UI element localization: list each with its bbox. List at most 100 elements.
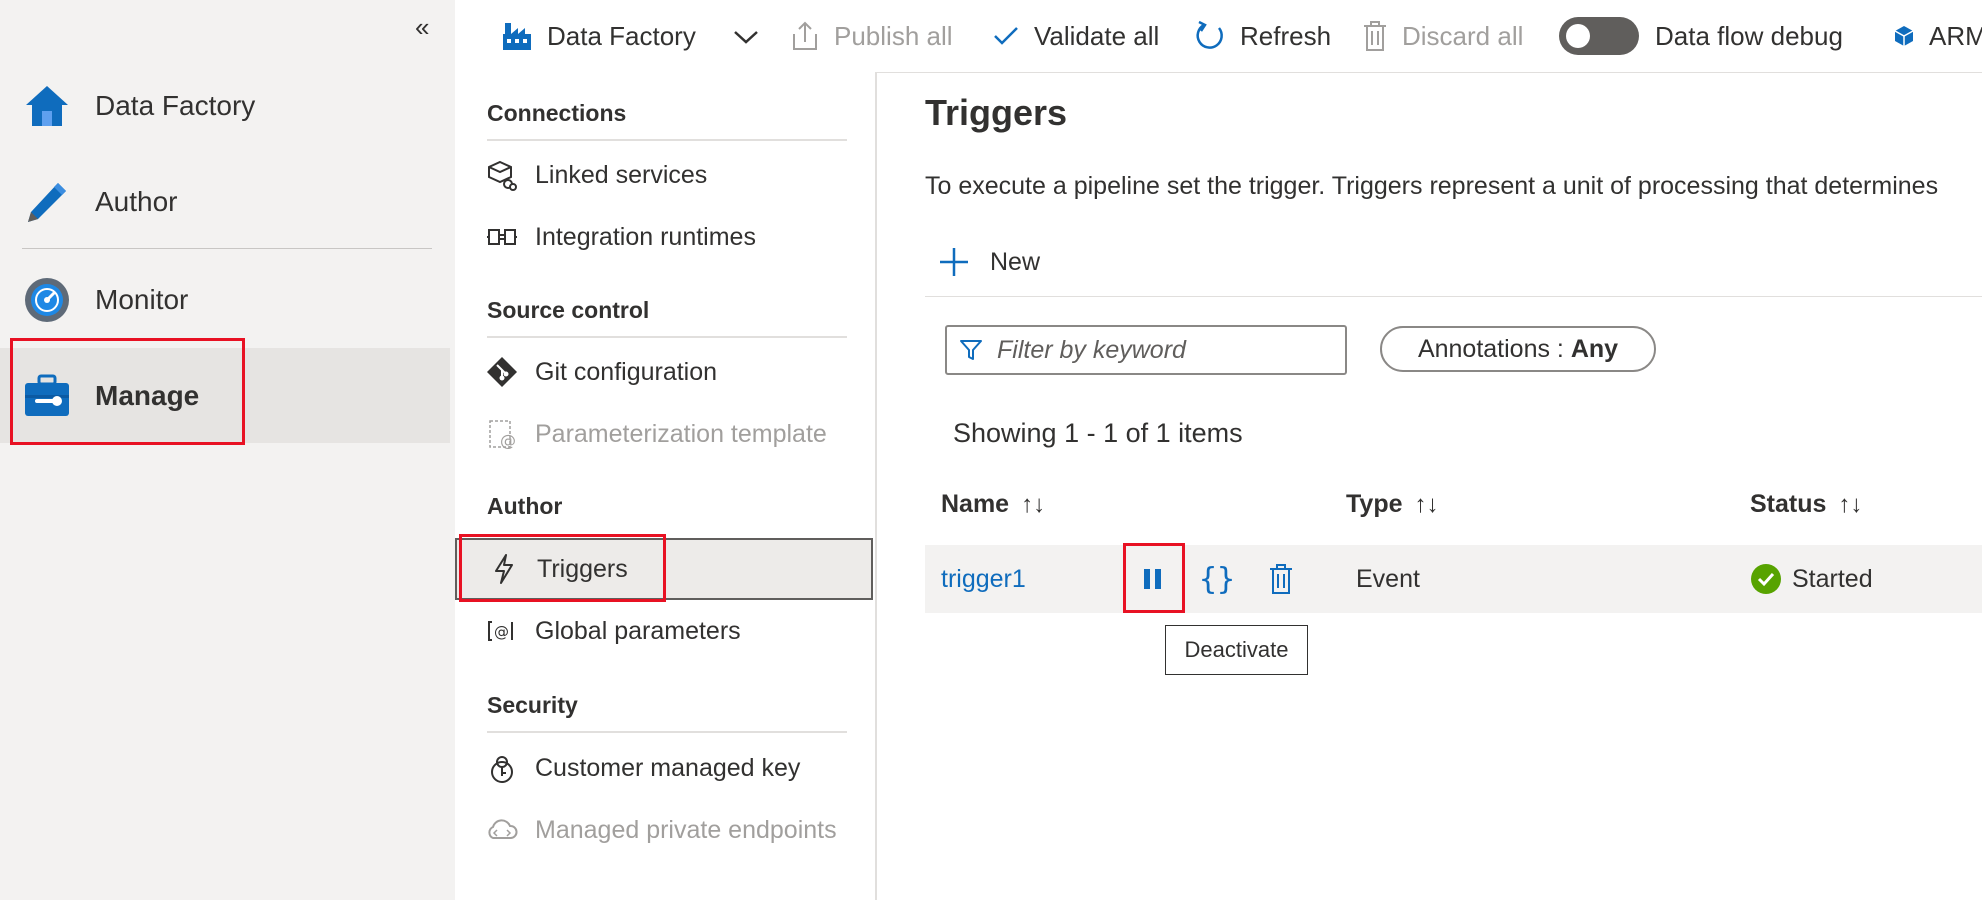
- menu-item-label: Global parameters: [535, 616, 741, 645]
- trigger-type: Event: [1356, 564, 1420, 593]
- section-divider: [487, 139, 847, 141]
- section-divider: [487, 336, 847, 338]
- arm-label: ARM: [1929, 20, 1982, 51]
- gauge-icon: [22, 275, 72, 325]
- deactivate-tooltip: Deactivate: [1165, 625, 1308, 675]
- page-description: To execute a pipeline set the trigger. T…: [925, 172, 1939, 200]
- discard-all-button[interactable]: Discard all: [1362, 0, 1523, 72]
- new-trigger-button[interactable]: New: [938, 240, 1040, 284]
- column-header-type[interactable]: Type ↑↓: [1346, 490, 1439, 519]
- menu-item-triggers[interactable]: Triggers: [455, 538, 873, 600]
- nav-item-label: Manage: [95, 379, 200, 411]
- trash-icon: [1268, 563, 1294, 595]
- publish-all-label: Publish all: [834, 20, 953, 51]
- menu-item-global-parameters[interactable]: @ Global parameters: [455, 600, 873, 662]
- annotations-label: Annotations :: [1417, 334, 1571, 363]
- menu-item-label: Managed private endpoints: [535, 815, 837, 844]
- menu-item-linked-services[interactable]: Linked services: [455, 144, 873, 206]
- top-toolbar: Data Factory Publish all Validate all Re…: [455, 0, 1982, 73]
- new-label: New: [990, 247, 1041, 276]
- menu-item-git-configuration[interactable]: Git configuration: [455, 341, 873, 403]
- git-icon: [485, 356, 519, 388]
- menu-item-managed-private-endpoints[interactable]: Managed private endpoints: [455, 799, 873, 861]
- menu-item-label: Integration runtimes: [535, 222, 756, 251]
- nav-item-monitor[interactable]: Monitor: [0, 252, 450, 347]
- factory-icon: [501, 20, 533, 52]
- publish-icon: [790, 20, 820, 52]
- column-label: Status: [1750, 490, 1827, 518]
- pause-icon: [1142, 567, 1164, 591]
- items-count: Showing 1 - 1 of 1 items: [953, 418, 1243, 448]
- nav-item-manage[interactable]: Manage: [0, 348, 450, 443]
- sort-icon: ↑↓: [1021, 490, 1046, 518]
- nav-divider: [22, 248, 432, 249]
- factory-dropdown-button[interactable]: [733, 0, 759, 72]
- lightning-icon: [487, 553, 521, 585]
- sort-icon: ↑↓: [1414, 490, 1439, 518]
- nav-item-author[interactable]: Author: [0, 154, 450, 249]
- arm-template-button[interactable]: ARM: [1893, 0, 1982, 72]
- column-header-status[interactable]: Status ↑↓: [1750, 490, 1862, 519]
- integration-runtime-icon: [485, 225, 519, 249]
- validate-all-button[interactable]: Validate all: [992, 0, 1159, 72]
- refresh-label: Refresh: [1240, 20, 1332, 51]
- section-divider: [487, 731, 847, 733]
- manage-menu: Connections Linked services Integration …: [455, 72, 877, 900]
- annotations-filter-pill[interactable]: Annotations : Any: [1380, 326, 1656, 372]
- section-heading-security: Security: [487, 692, 578, 718]
- nav-item-label: Author: [95, 185, 178, 217]
- menu-item-integration-runtimes[interactable]: Integration runtimes: [455, 206, 873, 268]
- left-nav: « Data Factory Author Monitor Manage: [0, 0, 455, 900]
- factory-selector[interactable]: Data Factory: [501, 0, 696, 72]
- trash-icon: [1362, 20, 1388, 52]
- menu-item-label: Git configuration: [535, 357, 718, 386]
- menu-item-label: Linked services: [535, 160, 708, 189]
- trigger-name-link[interactable]: trigger1: [941, 545, 1026, 613]
- svg-text:@: @: [494, 623, 509, 641]
- section-heading-connections: Connections: [487, 100, 627, 126]
- checkmark-icon: [992, 24, 1020, 48]
- column-header-name[interactable]: Name ↑↓: [941, 490, 1045, 519]
- menu-item-customer-managed-key[interactable]: Customer managed key: [455, 737, 873, 799]
- toggle-switch[interactable]: [1559, 17, 1639, 55]
- svg-text:@: @: [500, 431, 516, 450]
- trigger-name[interactable]: trigger1: [941, 565, 1026, 594]
- menu-item-parameterization-template[interactable]: @ Parameterization template: [455, 403, 873, 465]
- discard-all-label: Discard all: [1402, 20, 1524, 51]
- nav-item-label: Data Factory: [95, 89, 256, 121]
- pencil-icon: [22, 177, 72, 227]
- deactivate-button[interactable]: [1128, 551, 1178, 607]
- filter-icon: [959, 338, 983, 362]
- data-flow-debug-label: Data flow debug: [1655, 20, 1843, 51]
- column-label: Name: [941, 490, 1010, 518]
- data-flow-debug-toggle[interactable]: Data flow debug: [1559, 0, 1843, 72]
- collapse-nav-icon[interactable]: «: [415, 12, 429, 43]
- global-parameters-icon: @: [485, 619, 519, 643]
- page-title: Triggers: [925, 92, 1068, 133]
- annotations-value: Any: [1570, 334, 1619, 363]
- status-label: Started: [1792, 564, 1873, 593]
- menu-item-label: Customer managed key: [535, 753, 801, 782]
- sort-icon: ↑↓: [1838, 490, 1863, 518]
- filter-box: [945, 325, 1347, 375]
- cube-icon: [1893, 24, 1915, 48]
- view-code-button[interactable]: {}: [1192, 551, 1242, 607]
- check-circle-icon: [1750, 563, 1782, 595]
- nav-item-data-factory[interactable]: Data Factory: [0, 58, 450, 153]
- braces-icon: {}: [1198, 561, 1236, 597]
- publish-all-button[interactable]: Publish all: [790, 0, 953, 72]
- cloud-endpoint-icon: [485, 818, 519, 842]
- refresh-icon: [1192, 19, 1226, 53]
- menu-item-label: Triggers: [537, 554, 628, 583]
- linked-services-icon: [485, 159, 519, 191]
- toolbox-icon: [22, 371, 72, 421]
- nav-item-label: Monitor: [95, 283, 189, 315]
- validate-all-label: Validate all: [1034, 20, 1160, 51]
- trigger-status: Started: [1750, 545, 1873, 613]
- delete-trigger-button[interactable]: [1256, 551, 1306, 607]
- filter-input[interactable]: [997, 335, 1327, 365]
- command-bar-divider: [925, 296, 1982, 297]
- refresh-button[interactable]: Refresh: [1192, 0, 1331, 72]
- chevron-down-icon: [733, 21, 759, 52]
- plus-icon: [938, 246, 970, 278]
